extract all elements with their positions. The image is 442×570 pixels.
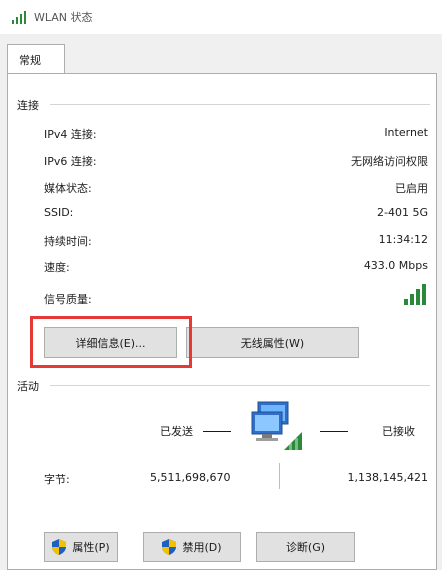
ssid-value: 2-401 5G <box>377 206 428 219</box>
title-bar: WLAN 状态 <box>0 0 442 34</box>
bytes-received-value: 1,138,145,421 <box>347 471 428 484</box>
bytes-sent-value: 5,511,698,670 <box>150 471 231 484</box>
connection-group-title: 连接 <box>17 99 39 112</box>
media-state-label: 媒体状态: <box>44 182 92 195</box>
network-computers-icon <box>251 401 302 450</box>
activity-group-divider <box>50 385 430 386</box>
media-state-value: 已启用 <box>395 182 428 195</box>
activity-group-title: 活动 <box>17 380 39 393</box>
ssid-label: SSID: <box>44 206 74 219</box>
wireless-properties-button[interactable]: 无线属性(W) <box>186 327 359 358</box>
signal-quality-label: 信号质量: <box>44 293 92 306</box>
wifi-signal-icon <box>12 11 26 24</box>
ipv4-value: Internet <box>384 126 428 139</box>
received-line <box>320 431 348 432</box>
disable-button-label: 禁用(D) <box>182 541 222 554</box>
duration-value: 11:34:12 <box>378 233 428 246</box>
ipv6-value: 无网络访问权限 <box>351 155 428 168</box>
diagnose-button[interactable]: 诊断(G) <box>256 532 355 562</box>
details-highlight-box <box>30 316 192 368</box>
window-title: WLAN 状态 <box>34 11 93 24</box>
properties-button[interactable]: 属性(P) <box>44 532 118 562</box>
shield-icon <box>162 539 177 555</box>
bytes-separator <box>279 463 280 489</box>
tab-strip: 常规 <box>0 34 442 75</box>
sent-line <box>203 431 231 432</box>
bytes-label: 字节: <box>44 473 70 486</box>
properties-button-label: 属性(P) <box>72 541 110 554</box>
speed-label: 速度: <box>44 261 70 274</box>
ipv4-label: IPv4 连接: <box>44 128 97 141</box>
duration-label: 持续时间: <box>44 235 92 248</box>
disable-button[interactable]: 禁用(D) <box>143 532 241 562</box>
shield-icon <box>52 539 67 555</box>
speed-value: 433.0 Mbps <box>363 259 428 272</box>
connection-group-divider <box>50 104 430 105</box>
ipv6-label: IPv6 连接: <box>44 155 97 168</box>
received-label: 已接收 <box>382 425 415 438</box>
signal-quality-bars-icon <box>404 279 426 305</box>
tab-general[interactable]: 常规 <box>7 44 65 75</box>
sent-label: 已发送 <box>160 425 193 438</box>
